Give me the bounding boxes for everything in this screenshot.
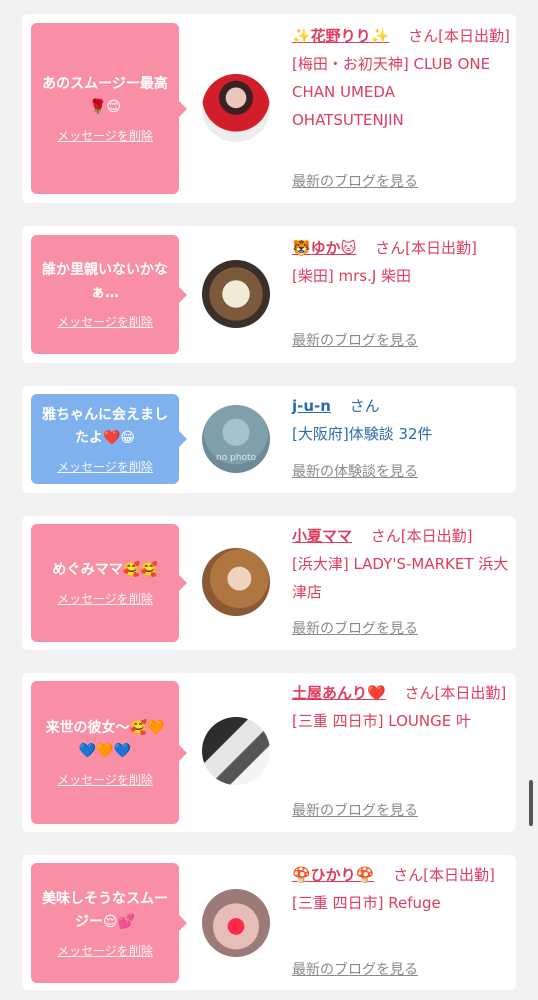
message-bubble: 誰か里親いないかなぁ… メッセージを削除 bbox=[31, 235, 187, 354]
user-status: さん bbox=[349, 397, 380, 415]
message-bubble: 雅ちゃんに会えましたよ❤️😁 メッセージを削除 bbox=[31, 394, 187, 484]
shop-info: [柴田] mrs.J 柴田 bbox=[292, 267, 412, 285]
message-text: めぐみママ🥰🥰 bbox=[52, 562, 158, 578]
user-status: さん[本日出勤] bbox=[408, 27, 510, 45]
scrollbar[interactable] bbox=[529, 780, 533, 826]
delete-message-link[interactable]: メッセージを削除 bbox=[57, 771, 153, 788]
message-text: 美味しそうなスムージー😌💕 bbox=[42, 890, 168, 930]
message-card: あのスムージー最高🌹😊 メッセージを削除 ✨花野りり✨ さん[本日出勤] [梅田… bbox=[22, 14, 516, 203]
latest-blog-link[interactable]: 最新のブログを見る bbox=[292, 959, 418, 979]
message-bubble: あのスムージー最高🌹😊 メッセージを削除 bbox=[31, 23, 187, 194]
avatar[interactable] bbox=[202, 717, 270, 785]
latest-review-link[interactable]: 最新の体験談を見る bbox=[292, 461, 418, 481]
delete-message-link[interactable]: メッセージを削除 bbox=[57, 127, 153, 144]
user-status: さん[本日出勤] bbox=[375, 239, 477, 257]
avatar[interactable] bbox=[202, 74, 270, 142]
message-bubble: 来世の彼女〜🥰🧡💙🧡💙 メッセージを削除 bbox=[31, 681, 187, 824]
shop-info: [梅田・お初天神] CLUB ONE CHAN UMEDA OHATSUTENJ… bbox=[292, 55, 491, 129]
latest-blog-link[interactable]: 最新のブログを見る bbox=[292, 330, 418, 350]
avatar[interactable]: no photo bbox=[202, 405, 270, 473]
message-bubble: めぐみママ🥰🥰 メッセージを削除 bbox=[31, 524, 187, 642]
avatar[interactable] bbox=[202, 548, 270, 616]
user-name-link[interactable]: 🐯ゆか🐱 bbox=[292, 239, 356, 257]
message-card: 来世の彼女〜🥰🧡💙🧡💙 メッセージを削除 土屋あんり❤️ さん[本日出勤] [三… bbox=[22, 673, 516, 832]
message-card: 誰か里親いないかなぁ… メッセージを削除 🐯ゆか🐱 さん[本日出勤] [柴田] … bbox=[22, 226, 516, 363]
latest-blog-link[interactable]: 最新のブログを見る bbox=[292, 171, 418, 191]
shop-info: [三重 四日市] Refuge bbox=[292, 894, 441, 912]
message-card: めぐみママ🥰🥰 メッセージを削除 小夏ママ さん[本日出勤] [浜大津] LAD… bbox=[22, 516, 516, 650]
message-text: 来世の彼女〜🥰🧡💙🧡💙 bbox=[45, 720, 165, 759]
delete-message-link[interactable]: メッセージを削除 bbox=[57, 942, 153, 959]
user-name-link[interactable]: 土屋あんり❤️ bbox=[292, 684, 386, 702]
user-name-link[interactable]: 🍄ひかり🍄 bbox=[292, 866, 374, 884]
delete-message-link[interactable]: メッセージを削除 bbox=[57, 458, 153, 475]
avatar[interactable] bbox=[202, 889, 270, 957]
message-text: 雅ちゃんに会えましたよ❤️😁 bbox=[42, 406, 168, 446]
user-status: さん[本日出勤] bbox=[404, 684, 507, 702]
latest-blog-link[interactable]: 最新のブログを見る bbox=[292, 800, 418, 820]
message-card: 美味しそうなスムージー😌💕 メッセージを削除 🍄ひかり🍄 さん[本日出勤] [三… bbox=[22, 855, 516, 990]
user-name-link[interactable]: j-u-n bbox=[292, 397, 331, 415]
avatar[interactable] bbox=[202, 260, 270, 328]
message-text: あのスムージー最高🌹😊 bbox=[42, 76, 168, 115]
user-status: さん[本日出勤] bbox=[393, 866, 495, 884]
delete-message-link[interactable]: メッセージを削除 bbox=[57, 313, 153, 330]
shop-info: [三重 四日市] LOUNGE 叶 bbox=[292, 712, 471, 730]
latest-blog-link[interactable]: 最新のブログを見る bbox=[292, 618, 418, 638]
message-bubble: 美味しそうなスムージー😌💕 メッセージを削除 bbox=[31, 863, 187, 983]
review-info: [大阪府]体験談 32件 bbox=[292, 425, 433, 443]
user-name-link[interactable]: ✨花野りり✨ bbox=[292, 27, 389, 45]
no-photo-label: no photo bbox=[215, 453, 257, 463]
message-card: 雅ちゃんに会えましたよ❤️😁 メッセージを削除 no photo j-u-n さ… bbox=[22, 386, 516, 493]
user-status: さん[本日出勤] bbox=[370, 527, 473, 545]
delete-message-link[interactable]: メッセージを削除 bbox=[57, 590, 153, 607]
shop-info: [浜大津] LADY'S-MARKET 浜大津店 bbox=[292, 555, 509, 601]
message-text: 誰か里親いないかなぁ… bbox=[42, 262, 168, 301]
user-name-link[interactable]: 小夏ママ bbox=[292, 527, 352, 545]
